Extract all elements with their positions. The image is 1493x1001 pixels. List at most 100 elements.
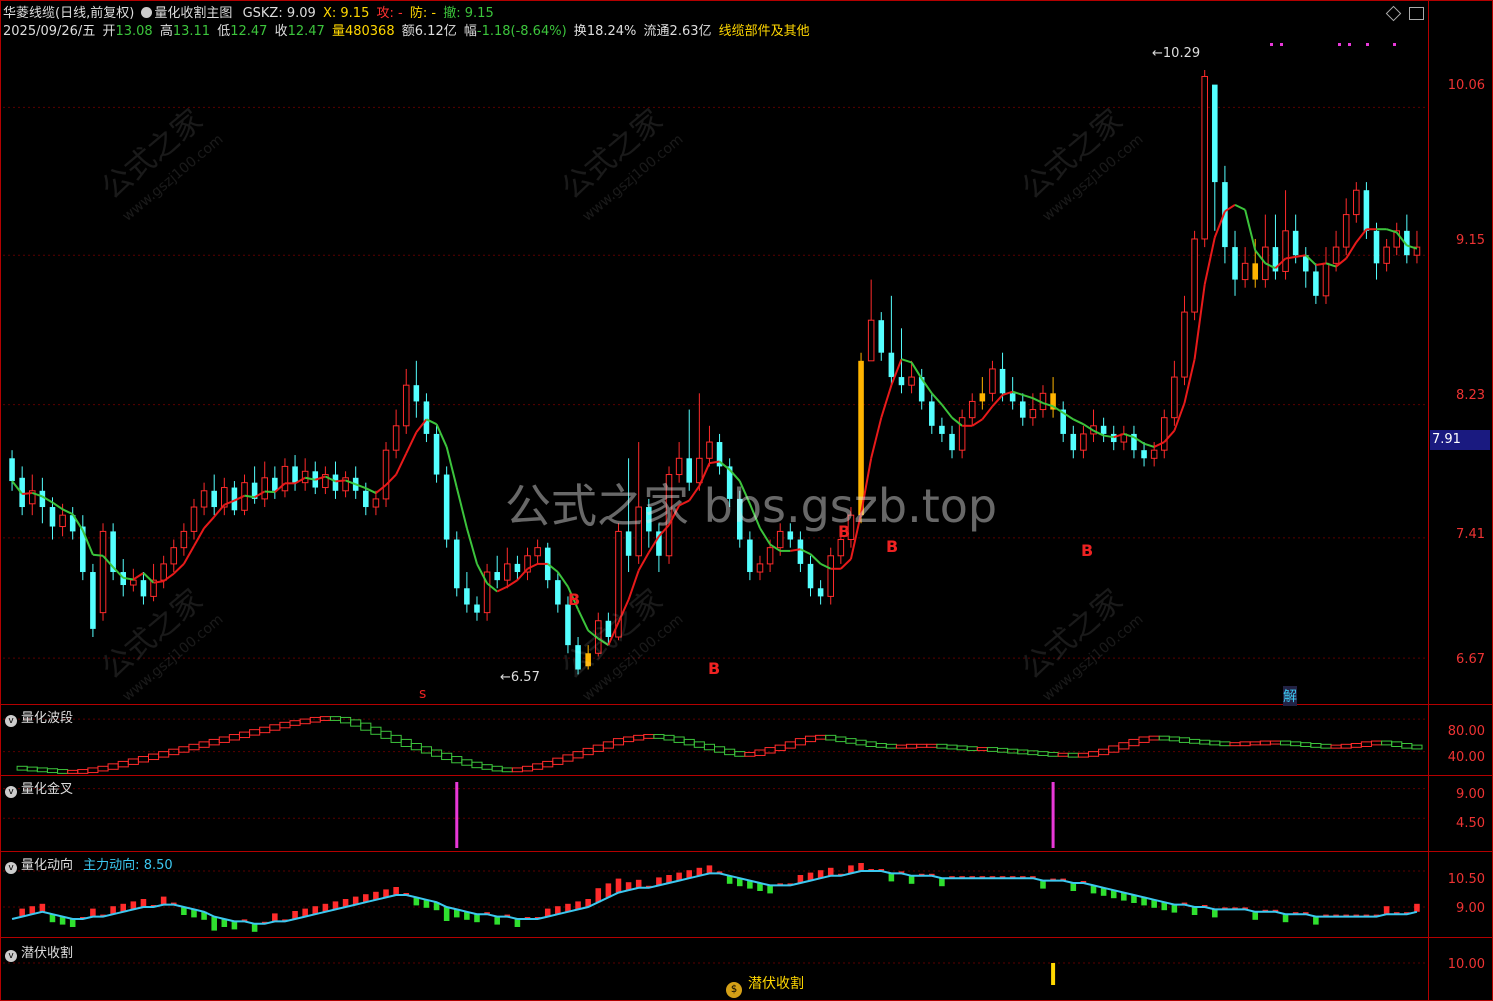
wave-step [875, 743, 887, 748]
collapse-icon[interactable]: v [5, 715, 17, 727]
signal-dot [1280, 43, 1283, 46]
candle-body [402, 384, 410, 427]
candle-body [504, 563, 511, 581]
wave-step [1057, 752, 1069, 757]
turn-label: 换 [573, 24, 587, 39]
wave-step [532, 763, 544, 770]
x-value: 9.15 [340, 6, 370, 21]
collapse-icon[interactable]: v [5, 862, 17, 874]
close-value: 12.47 [287, 24, 325, 39]
turn-value: 18.24% [586, 24, 637, 39]
wave-step [815, 734, 827, 740]
wave-step [238, 731, 251, 739]
direction-bar [1040, 880, 1046, 889]
low-annotation: ←6.57 [500, 670, 540, 685]
candle-body [261, 477, 269, 500]
y-tick-label: 9.15 [1456, 233, 1485, 248]
candle-body [1363, 190, 1370, 231]
candle-body [1070, 433, 1077, 451]
candle-body [1313, 271, 1319, 296]
indicator-name[interactable]: 量化收割主图 [141, 6, 239, 21]
direction-bar [90, 908, 96, 917]
dropdown-icon[interactable] [141, 7, 153, 18]
cross-tick: 4.50 [1456, 816, 1485, 831]
candle-body [888, 352, 895, 378]
candle-body [292, 466, 298, 483]
wave-step [1189, 738, 1201, 744]
wave-step [1077, 752, 1089, 758]
collapse-icon[interactable]: v [5, 786, 17, 798]
candle-body [817, 588, 824, 597]
direction-bar [827, 867, 834, 876]
open-value: 13.08 [115, 24, 153, 39]
wave-step [865, 741, 877, 747]
direction-bar [393, 887, 399, 895]
wave-step [1401, 743, 1413, 749]
wave-step [451, 756, 463, 764]
ma-line-segment [991, 394, 1004, 407]
candle-body [59, 514, 66, 528]
candle-body [1160, 417, 1168, 451]
candle-body [1191, 238, 1198, 313]
wave-step [1118, 742, 1130, 750]
candle-body [1252, 263, 1259, 280]
candle-body [1009, 393, 1016, 402]
wave-step [1067, 752, 1079, 758]
direction-bar [231, 921, 238, 930]
main-direction-label: 主力动向: [83, 858, 140, 873]
candle-body [281, 465, 289, 492]
ma-line-segment [335, 479, 346, 483]
wave-step [744, 751, 756, 757]
current-price-tag: 7.91 [1430, 430, 1490, 450]
wave-step [370, 726, 382, 735]
candle-body [140, 580, 147, 597]
direction-bar [514, 919, 521, 927]
panel-title-wave[interactable]: v 量化波段 [5, 707, 73, 727]
candle-body [1332, 246, 1340, 264]
wave-step [986, 747, 999, 752]
wave-step [653, 734, 665, 739]
panel-title-direction[interactable]: v 量化动向 主力动向: 8.50 [5, 854, 173, 874]
candle-body [39, 490, 46, 508]
ma-line-segment [264, 490, 275, 494]
candle-body [1232, 247, 1238, 280]
ma-line-segment [92, 553, 104, 557]
wave-step [1391, 741, 1403, 747]
candle-body [1019, 401, 1026, 418]
candle-body [1241, 262, 1249, 281]
latent-signal-bar [1051, 963, 1056, 985]
y-tick-label: 6.67 [1456, 652, 1485, 667]
panel-title-cross[interactable]: v 量化金叉 [5, 778, 73, 798]
wave-step [390, 734, 402, 743]
high-value: 13.11 [172, 24, 211, 39]
candle-body [301, 470, 309, 484]
panel-title-latent[interactable]: v 潜伏收割 [5, 942, 73, 962]
latent-tick: 10.00 [1447, 957, 1485, 972]
amt-value: 6.12亿 [414, 24, 457, 39]
direction-line [11, 870, 1418, 925]
direction-bar [1313, 916, 1319, 925]
gong-label: 攻: [376, 6, 394, 21]
wave-step [319, 716, 331, 721]
ma-line-segment [1072, 418, 1084, 426]
signal-dot [1366, 43, 1369, 46]
candle-body [1282, 230, 1289, 272]
wave-step [410, 743, 422, 751]
wave-step [1360, 741, 1372, 747]
wave-step [835, 736, 847, 743]
candle-body [958, 417, 966, 451]
direction-bar [251, 923, 258, 932]
wave-step [764, 747, 776, 754]
stock-title: 华菱线缆(日线,前复权) [3, 6, 135, 21]
candle-body [1342, 214, 1350, 248]
vol-value: 480368 [344, 24, 395, 39]
sector-label: 线缆部件及其他 [718, 24, 810, 39]
wave-step [956, 745, 968, 751]
wave-step [946, 744, 958, 750]
amt-label: 额 [401, 24, 415, 39]
high-annotation: ←10.29 [1152, 46, 1201, 61]
wave-step [754, 749, 766, 756]
candle-body [1150, 449, 1158, 459]
window-icon[interactable] [1409, 7, 1424, 20]
collapse-icon[interactable]: v [5, 950, 17, 962]
